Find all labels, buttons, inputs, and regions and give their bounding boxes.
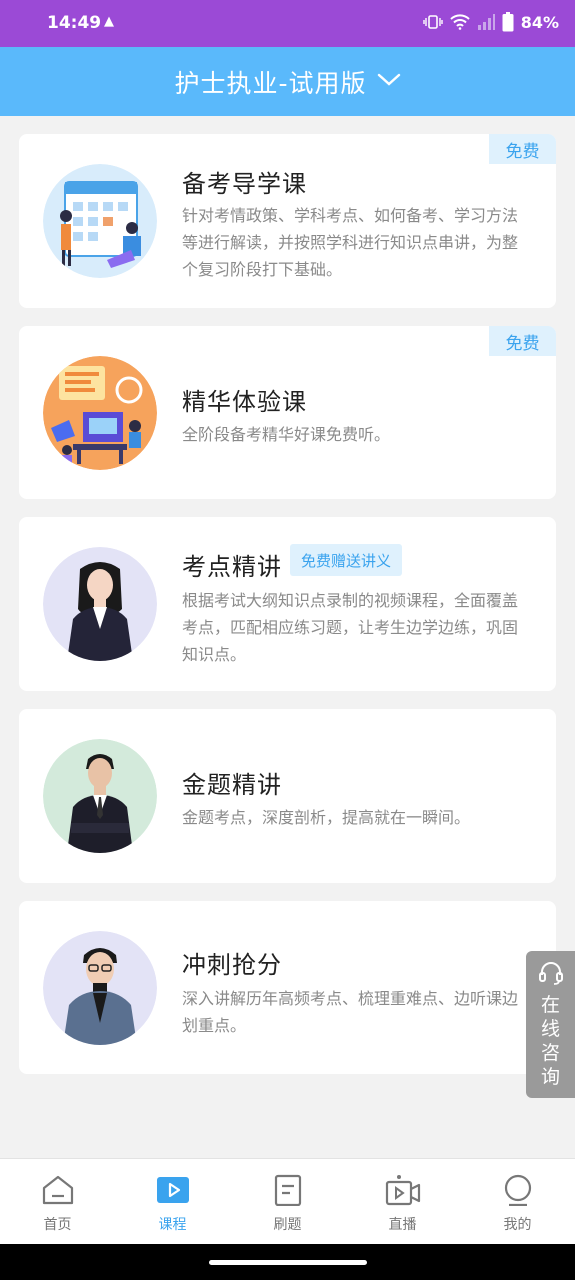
online-consult-label: 在线咨询 — [540, 994, 560, 1088]
page-title: 护士执业-试用版 — [174, 68, 367, 98]
bottom-nav: 首页 课程 刷题 直播 我的 — [0, 1158, 575, 1244]
home-gesture-handle[interactable] — [209, 1260, 367, 1265]
battery-icon — [502, 12, 514, 32]
status-right: 84% — [423, 12, 559, 32]
course-title: 备考导学课 — [182, 170, 307, 198]
course-description: 深入讲解历年高频考点、梳理重难点、边听课边划重点。 — [182, 989, 519, 1035]
document-icon — [271, 1174, 305, 1210]
signal-icon — [477, 14, 495, 30]
nav-home-label: 首页 — [43, 1217, 72, 1233]
nav-live[interactable]: 直播 — [345, 1159, 460, 1244]
status-bar: 14:49 ▲ 84% — [0, 0, 575, 47]
wifi-icon — [450, 14, 470, 30]
free-tag: 免费 — [489, 134, 556, 164]
nav-courses[interactable]: 课程 — [115, 1159, 230, 1244]
course-title: 冲刺抢分 — [182, 951, 282, 979]
home-icon — [41, 1174, 75, 1210]
teacher-avatar — [43, 931, 157, 1045]
headset-icon — [538, 961, 564, 989]
chevron-down-icon — [377, 72, 401, 91]
teacher-avatar — [43, 739, 157, 853]
course-description: 根据考试大纲知识点录制的视频课程，全面覆盖考点，匹配相应练习题，让考生边学边练，… — [182, 591, 519, 664]
course-illustration-classroom — [43, 356, 157, 470]
nav-profile-label: 我的 — [503, 1217, 532, 1233]
nav-live-label: 直播 — [388, 1217, 417, 1233]
course-card-trial[interactable]: 免费 精华体验课 全阶段备考精华好课免费听。 — [19, 326, 556, 499]
battery-percent: 84% — [520, 12, 559, 32]
course-card-exam-questions[interactable]: 金题精讲 金题考点，深度剖析，提高就在一瞬间。 — [19, 709, 556, 883]
nav-practice[interactable]: 刷题 — [230, 1159, 345, 1244]
status-time: 14:49 — [47, 13, 102, 33]
course-description: 金题考点，深度剖析，提高就在一瞬间。 — [182, 808, 471, 827]
course-selector[interactable]: 护士执业-试用版 — [0, 47, 575, 116]
free-tag: 免费 — [489, 326, 556, 356]
course-title: 金题精讲 — [182, 771, 282, 799]
course-card-key-points[interactable]: 考点精讲 免费赠送讲义 根据考试大纲知识点录制的视频课程，全面覆盖考点，匹配相应… — [19, 517, 556, 691]
alert-triangle-icon: ▲ — [104, 14, 114, 29]
system-nav-bar — [0, 1244, 575, 1280]
video-camera-icon — [385, 1174, 421, 1210]
nav-practice-label: 刷题 — [273, 1217, 302, 1233]
play-icon — [156, 1174, 190, 1210]
teacher-avatar — [43, 547, 157, 661]
course-card-guide[interactable]: 免费 备考导学课 针对考情政策、学科考点、如何备考、学习方法等进行解读，并按照学… — [19, 134, 556, 308]
course-description: 针对考情政策、学科考点、如何备考、学习方法等进行解读，并按照学科进行知识点串讲，… — [182, 206, 519, 279]
vibrate-icon — [423, 15, 443, 29]
nav-profile[interactable]: 我的 — [460, 1159, 575, 1244]
nav-home[interactable]: 首页 — [0, 1159, 115, 1244]
course-illustration-calendar — [43, 164, 157, 278]
course-card-sprint[interactable]: 冲刺抢分 深入讲解历年高频考点、梳理重难点、边听课边划重点。 — [19, 901, 556, 1074]
course-description: 全阶段备考精华好课免费听。 — [182, 425, 391, 444]
course-title: 精华体验课 — [182, 388, 307, 416]
profile-icon — [501, 1174, 535, 1210]
online-consult-button[interactable]: 在线咨询 — [526, 951, 575, 1098]
course-title: 考点精讲 — [182, 553, 282, 581]
free-handout-badge: 免费赠送讲义 — [290, 544, 403, 576]
nav-courses-label: 课程 — [158, 1217, 187, 1233]
